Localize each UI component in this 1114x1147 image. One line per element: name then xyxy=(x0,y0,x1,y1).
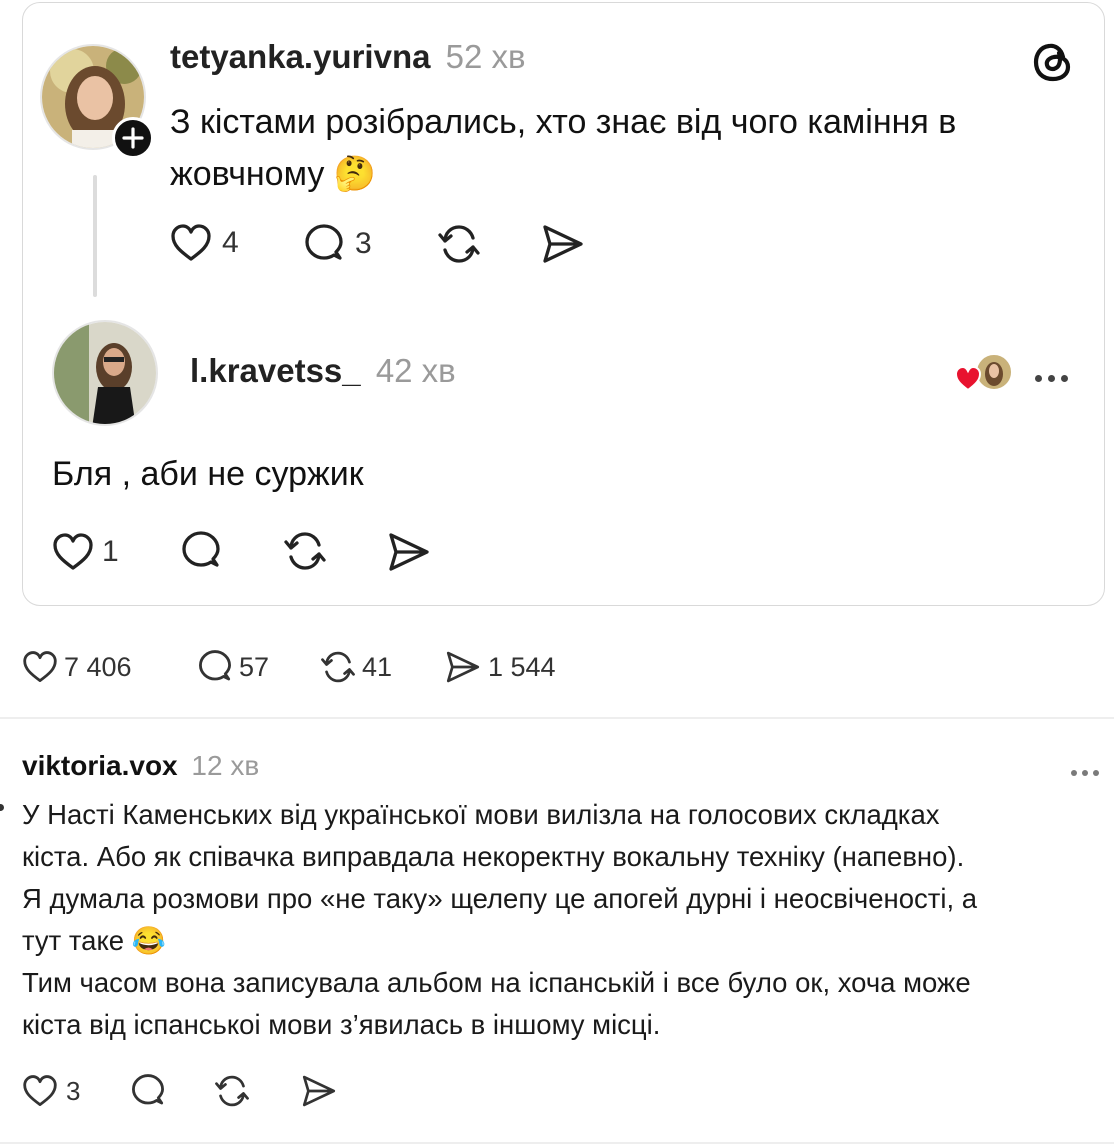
heart-icon xyxy=(22,650,58,684)
threads-icon[interactable] xyxy=(1030,39,1076,85)
comment-repost-button[interactable] xyxy=(214,1072,250,1115)
comment-icon xyxy=(180,530,222,572)
quote-reply-count: 57 xyxy=(239,651,270,682)
thinking-face-emoji: 🤔 xyxy=(333,155,377,193)
comment-share-button[interactable] xyxy=(300,1073,338,1114)
quote-like-count: 7 406 xyxy=(64,651,132,682)
repost-icon xyxy=(214,1072,250,1110)
reply-header: l.kravetss_ 42 хв xyxy=(190,352,456,390)
repost-button[interactable] xyxy=(437,221,481,272)
comment-text: У Насті Каменських від української мови … xyxy=(22,799,978,1040)
reply-avatar[interactable] xyxy=(52,320,158,426)
reply-share-button[interactable] xyxy=(386,530,432,579)
heart-icon xyxy=(22,1074,58,1108)
reply-like-count: 1 xyxy=(102,535,119,568)
divider xyxy=(0,717,1114,719)
like-button[interactable]: 4 xyxy=(170,223,239,263)
share-button[interactable] xyxy=(540,222,586,271)
more-options-icon[interactable] xyxy=(1035,369,1074,387)
like-count: 4 xyxy=(222,226,239,259)
plus-icon[interactable] xyxy=(112,117,154,159)
heart-icon xyxy=(170,223,212,263)
comment-like-count: 3 xyxy=(66,1075,81,1106)
send-icon xyxy=(300,1073,338,1109)
comment-icon xyxy=(197,649,233,685)
bottom-divider xyxy=(0,1142,1114,1144)
reply-username[interactable]: l.kravetss_ xyxy=(190,352,361,389)
quote-share-button[interactable]: 1 544 xyxy=(444,649,556,685)
post-username[interactable]: tetyanka.yurivna xyxy=(170,38,430,75)
comment-icon xyxy=(130,1073,166,1109)
reply-repost-button[interactable] xyxy=(283,528,327,579)
comment-like-button[interactable]: 3 xyxy=(22,1074,80,1108)
reply-like-button[interactable]: 1 xyxy=(52,532,119,572)
post-time: 52 хв xyxy=(445,38,526,75)
reply-reply-button[interactable] xyxy=(180,530,222,577)
repost-icon xyxy=(320,648,356,686)
comment-time: 12 хв xyxy=(191,750,260,781)
quoted-post-card[interactable] xyxy=(22,2,1105,606)
heart-avatar-icon[interactable] xyxy=(954,350,1016,394)
quote-repost-button[interactable]: 41 xyxy=(320,648,392,686)
quote-like-button[interactable]: 7 406 xyxy=(22,650,132,684)
reply-time: 42 хв xyxy=(375,352,456,389)
quote-reply-button[interactable]: 57 xyxy=(197,649,269,685)
post-text: З кістами розібрались, хто знає від чого… xyxy=(170,103,957,193)
quote-repost-count: 41 xyxy=(362,651,393,682)
comment-reply-button[interactable] xyxy=(130,1073,166,1114)
comment-icon xyxy=(303,223,345,265)
comment-username[interactable]: viktoria.vox xyxy=(22,750,178,781)
comment-header: viktoria.vox 12 хв xyxy=(22,750,259,782)
reply-count: 3 xyxy=(355,227,372,260)
thread-indicator xyxy=(0,804,4,811)
repost-icon xyxy=(437,221,481,267)
reply-text: Бля , аби не суржик xyxy=(52,455,364,493)
send-icon xyxy=(386,530,432,574)
heart-icon xyxy=(52,532,94,572)
reply-button[interactable]: 3 xyxy=(303,223,372,265)
thread-line xyxy=(93,175,97,297)
repost-icon xyxy=(283,528,327,574)
send-icon xyxy=(540,222,586,266)
quote-share-count: 1 544 xyxy=(488,651,556,682)
laughing-emoji: 😂 xyxy=(131,925,166,956)
comment-more-options-icon[interactable] xyxy=(1071,763,1104,781)
send-icon xyxy=(444,649,482,685)
post-header: tetyanka.yurivna 52 хв xyxy=(170,38,526,76)
